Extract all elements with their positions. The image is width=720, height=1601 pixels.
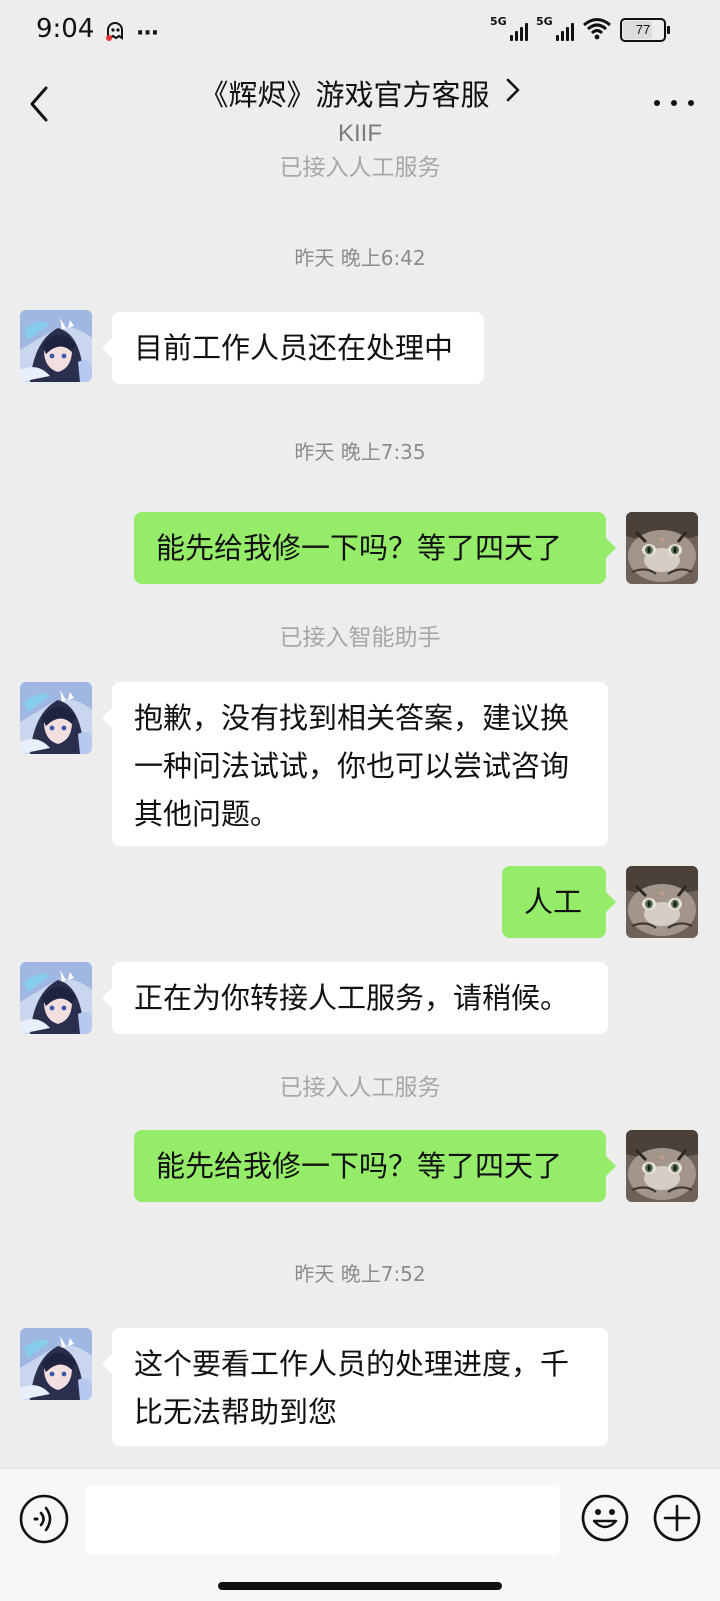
- chat-messages[interactable]: 已接入人工服务 昨天 晚上6:42 目前工作人员还在处理中 昨天 晚上7:35 …: [0, 0, 720, 1468]
- agent-avatar[interactable]: [20, 310, 92, 382]
- incoming-message[interactable]: 抱歉，没有找到相关答案，建议换一种问法试试，你也可以尝试咨询其他问题。: [102, 682, 608, 846]
- emoji-button[interactable]: [580, 1493, 630, 1543]
- plus-icon: [653, 1494, 701, 1542]
- user-avatar[interactable]: [626, 866, 698, 938]
- emoji-icon: [581, 1494, 629, 1542]
- voice-icon: [19, 1494, 69, 1544]
- outgoing-message[interactable]: 人工: [502, 866, 616, 938]
- user-avatar[interactable]: [626, 512, 698, 584]
- voice-button[interactable]: [18, 1493, 70, 1545]
- system-notice: 已接入人工服务: [279, 155, 441, 181]
- timestamp: 昨天 晚上6:42: [294, 246, 426, 270]
- incoming-message[interactable]: 目前工作人员还在处理中: [102, 312, 484, 384]
- timestamp: 昨天 晚上7:35: [294, 440, 426, 464]
- system-notice: 已接入智能助手: [279, 625, 441, 651]
- system-notice: 已接入人工服务: [279, 1075, 441, 1101]
- agent-avatar[interactable]: [20, 1328, 92, 1400]
- user-avatar[interactable]: [626, 1130, 698, 1202]
- outgoing-message[interactable]: 能先给我修一下吗？等了四天了: [134, 1130, 616, 1202]
- outgoing-message[interactable]: 能先给我修一下吗？等了四天了: [134, 512, 616, 584]
- timestamp: 昨天 晚上7:52: [294, 1262, 426, 1286]
- agent-avatar[interactable]: [20, 962, 92, 1034]
- incoming-message[interactable]: 正在为你转接人工服务，请稍候。: [102, 962, 608, 1034]
- incoming-message[interactable]: 这个要看工作人员的处理进度，千比无法帮助到您: [102, 1328, 608, 1446]
- message-input[interactable]: [86, 1485, 560, 1555]
- home-indicator[interactable]: [218, 1582, 502, 1590]
- agent-avatar[interactable]: [20, 682, 92, 754]
- plus-button[interactable]: [652, 1493, 702, 1543]
